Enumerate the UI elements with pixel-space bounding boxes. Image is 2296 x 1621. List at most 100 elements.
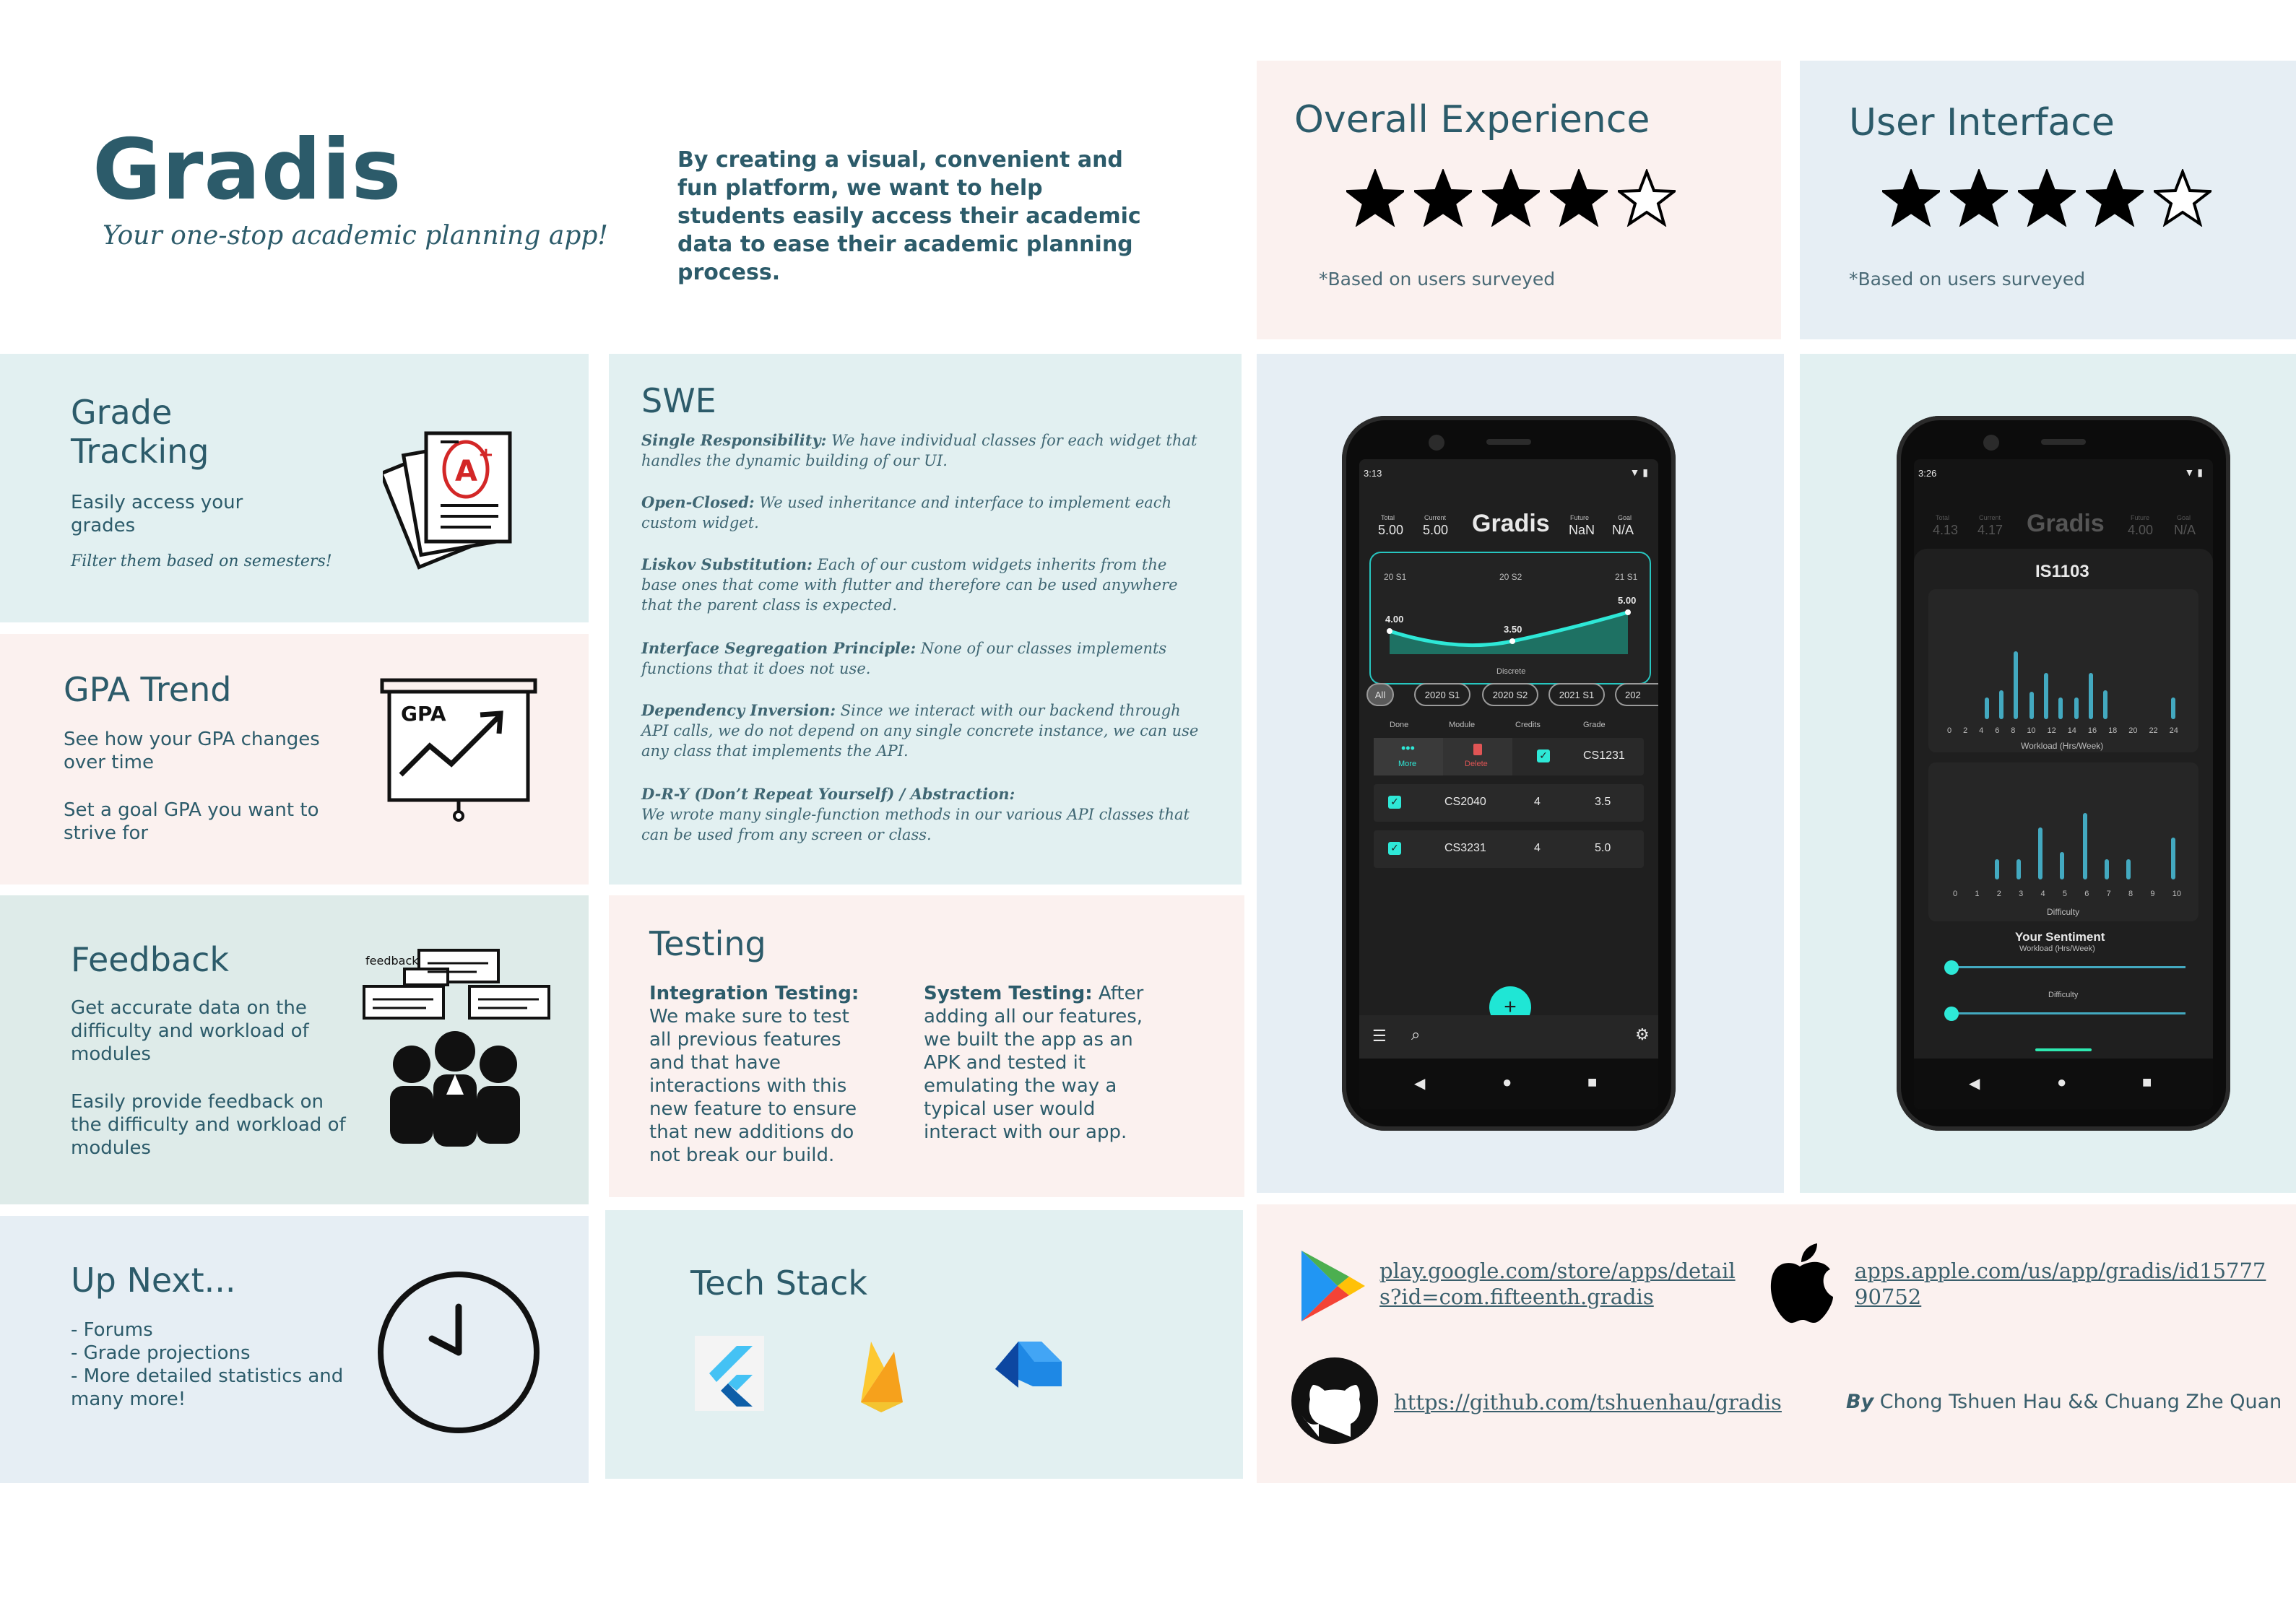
sentiment-workload-label: Workload (Hrs/Week) (2019, 944, 2095, 953)
nav-home-icon[interactable]: ● (1502, 1073, 1512, 1092)
stat-goal-label: Goal (1618, 514, 1632, 521)
done-checkbox[interactable]: ✓ (1537, 749, 1550, 762)
graded-paper-icon: A + (383, 431, 512, 570)
done-checkbox[interactable]: ✓ (1388, 796, 1401, 809)
star-empty-icon (2154, 169, 2211, 227)
github-icon[interactable] (1290, 1356, 1379, 1446)
difficulty-slider[interactable] (1951, 1012, 2185, 1014)
difficulty-axis-label: Difficulty (2047, 907, 2080, 917)
search-icon[interactable]: ⌕ (1411, 1025, 1420, 1044)
stat-total-label: Total (1936, 514, 1950, 521)
difficulty-tick-label: 9 (2150, 890, 2155, 898)
semester-chip[interactable]: All (1366, 683, 1394, 706)
phone-mockup-1: 3:13 ▼ ▮ Total 5.00 Current 5.00 Gradis … (1342, 416, 1676, 1131)
difficulty-bar (2083, 813, 2087, 879)
nav-recents-icon[interactable]: ■ (1587, 1073, 1597, 1092)
nav-home-icon[interactable]: ● (2057, 1073, 2066, 1092)
workload-tick-label: 24 (2169, 726, 2178, 735)
workload-bar (2089, 673, 2093, 719)
settings-gear-icon[interactable]: ⚙ (1635, 1025, 1650, 1044)
system-testing: System Testing: After adding all our fea… (924, 982, 1148, 1144)
difficulty-slider-thumb[interactable] (1944, 1007, 1959, 1021)
workload-axis-label: Workload (Hrs/Week) (2021, 741, 2104, 751)
swe-item: Dependency Inversion: Since we interact … (641, 700, 1205, 761)
swe-item: Interface Segregation Principle: None of… (641, 638, 1205, 679)
table-row[interactable]: ✓ CS3231 4 5.0 (1374, 830, 1644, 868)
stat-future-label: Future (2131, 514, 2150, 521)
done-checkbox[interactable]: ✓ (1388, 842, 1401, 855)
workload-bar (2014, 651, 2018, 719)
difficulty-bar (2038, 827, 2042, 879)
phone-screen: 3:13 ▼ ▮ Total 5.00 Current 5.00 Gradis … (1359, 459, 1658, 1109)
menu-icon[interactable]: ☰ (1372, 1027, 1387, 1046)
apple-icon[interactable] (1764, 1239, 1836, 1326)
rating-note: *Based on users surveyed (1319, 269, 1556, 290)
workload-bar (2074, 697, 2079, 719)
stat-current-value: 5.00 (1423, 523, 1449, 537)
module-code: CS2040 (1444, 796, 1486, 808)
table-row[interactable]: ✓ CS2040 4 3.5 (1374, 784, 1644, 822)
workload-slider[interactable] (1951, 966, 2185, 968)
tech-stack-panel: Tech Stack (605, 1210, 1243, 1479)
workload-bar (2171, 697, 2175, 719)
gpa-icon-label: GPA (401, 702, 446, 726)
difficulty-bar (2060, 852, 2064, 879)
swipe-more-button[interactable]: ••• More (1374, 738, 1443, 775)
gpa-chart-board-icon: GPA (380, 678, 537, 822)
nav-back-icon[interactable]: ◀ (1969, 1074, 1980, 1092)
semester-chip[interactable]: 2021 S1 (1548, 683, 1605, 706)
star-filled-icon (1550, 169, 1608, 227)
star-filled-icon (2086, 169, 2144, 227)
semester-chip[interactable]: 2020 S1 (1414, 683, 1470, 706)
star-filled-icon (1414, 169, 1472, 227)
up-next-item: - Forums (71, 1319, 153, 1341)
stat-future-value: 4.00 (2128, 523, 2154, 537)
nav-recents-icon[interactable]: ■ (2142, 1073, 2152, 1092)
chart-x-label: 20 S1 (1384, 572, 1407, 582)
gpa-trend-desc2: Set a goal GPA you want to strive for (64, 799, 319, 844)
grade-tracking-title-line1: Grade (71, 393, 173, 432)
more-dots-icon: ••• (1401, 741, 1415, 755)
credits-by: By (1846, 1391, 1874, 1413)
module-grade: 5.0 (1595, 842, 1611, 854)
difficulty-bar (2105, 859, 2109, 879)
nav-back-icon[interactable]: ◀ (1414, 1074, 1425, 1092)
stat-future-label: Future (1570, 514, 1590, 521)
star-empty-icon (1618, 169, 1676, 227)
feedback-panel: Feedback Get accurate data on the diffic… (0, 895, 589, 1204)
up-next-title: Up Next... (71, 1261, 236, 1300)
system-testing-head: System Testing: (924, 983, 1093, 1004)
flutter-icon (695, 1336, 764, 1411)
star-filled-icon (2018, 169, 2076, 227)
grade-tracking-sub: Filter them based on semesters! (71, 552, 332, 570)
github-link[interactable]: https://github.com/tshuenhau/gradis (1394, 1389, 1782, 1415)
difficulty-bar (1995, 859, 1999, 879)
system-testing-text: After adding all our features, we built … (924, 983, 1144, 1143)
credits: By Chong Tshuen Hau && Chuang Zhe Quan (1846, 1391, 2282, 1413)
play-store-link[interactable]: play.google.com/store/apps/details?id=co… (1379, 1258, 1741, 1310)
rating-panel-overall: Overall Experience *Based on users surve… (1257, 61, 1781, 339)
workload-slider-thumb[interactable] (1944, 960, 1959, 975)
more-label: More (1398, 760, 1417, 768)
workload-tick-label: 16 (2087, 726, 2097, 735)
workload-bar (1985, 697, 1989, 719)
grade-tracking-desc: Easily access your grades (71, 492, 243, 536)
grade-tracking-title-line2: Tracking (71, 432, 209, 471)
semester-chip[interactable]: 202 (1615, 683, 1658, 706)
module-grade: 3.5 (1595, 796, 1611, 808)
table-row[interactable]: ••• More Delete ✓ CS1231 (1374, 738, 1644, 775)
swe-item-text: We wrote many single-function methods in… (641, 806, 1190, 843)
up-next-panel: Up Next... - Forums - Grade projections … (0, 1216, 589, 1483)
chart-point-label: 4.00 (1385, 614, 1404, 625)
swe-item-head: Dependency Inversion: (641, 701, 836, 719)
swe-item-head: Open-Closed: (641, 493, 755, 511)
phone-camera (1983, 435, 1999, 451)
google-play-icon[interactable] (1297, 1248, 1369, 1324)
gpa-trend-title: GPA Trend (64, 670, 232, 709)
swipe-delete-button[interactable]: Delete (1443, 738, 1512, 775)
gpa-chart-card: 20 S1 20 S2 21 S1 4.00 3.50 5.00 Discret… (1369, 552, 1651, 685)
app-store-link[interactable]: apps.apple.com/us/app/gradis/id157779075… (1855, 1258, 2274, 1310)
rating-title: User Interface (1849, 101, 2115, 144)
difficulty-bar (2126, 859, 2131, 879)
semester-chip[interactable]: 2020 S2 (1482, 683, 1538, 706)
